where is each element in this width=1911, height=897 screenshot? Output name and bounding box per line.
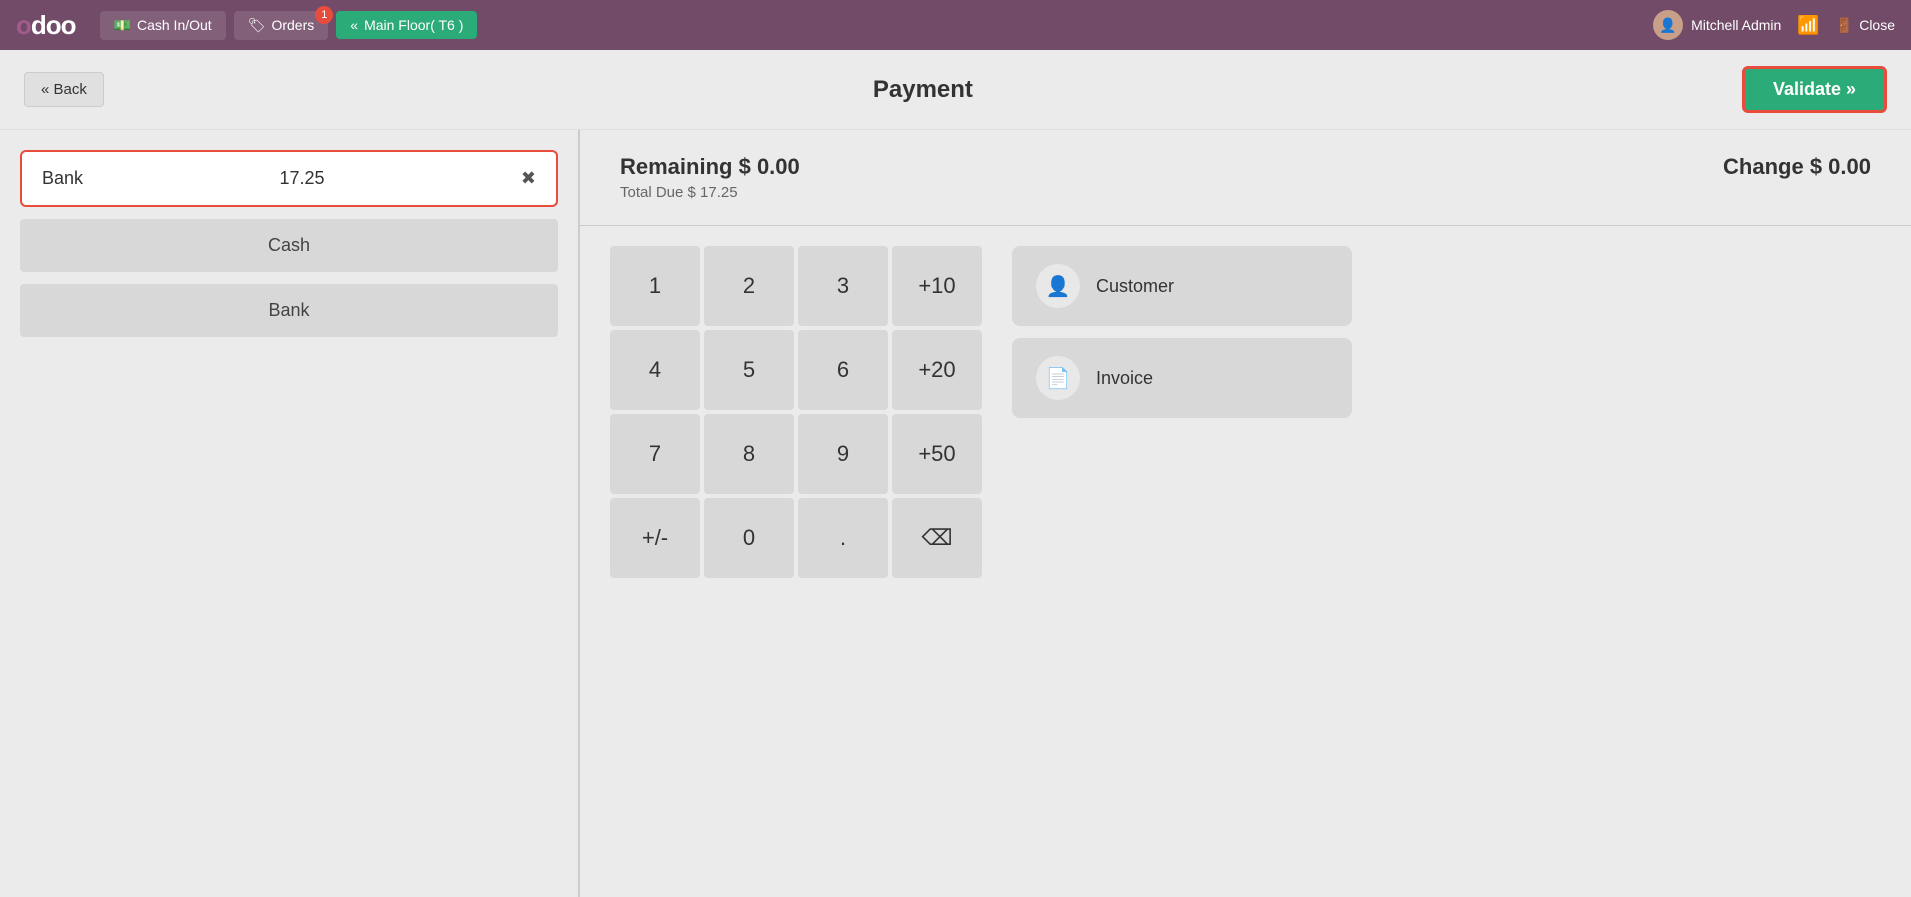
close-label: Close <box>1859 17 1895 33</box>
selected-method-amount: 17.25 <box>279 168 324 189</box>
numpad: 123+10 456+20 789+50 +/-0.⌫ <box>610 246 982 578</box>
numpad-key-9[interactable]: 9 <box>798 414 888 494</box>
numpad-key-2[interactable]: 2 <box>704 246 794 326</box>
close-icon: 🚪 <box>1836 17 1853 34</box>
numpad-key-plus20[interactable]: +20 <box>892 330 982 410</box>
customer-icon: 👤 <box>1036 264 1080 308</box>
invoice-icon: 📄 <box>1036 356 1080 400</box>
back-button[interactable]: « Back <box>24 72 104 107</box>
avatar: 👤 <box>1653 10 1683 40</box>
cash-icon: 💵 <box>114 17 131 34</box>
right-panel: Remaining $ 0.00 Total Due $ 17.25 Chang… <box>580 130 1911 897</box>
wifi-icon: 📶 <box>1797 15 1819 36</box>
numpad-key-8[interactable]: 8 <box>704 414 794 494</box>
customer-button[interactable]: 👤 Customer <box>1012 246 1352 326</box>
close-button[interactable]: 🚪 Close <box>1836 17 1895 34</box>
cash-inout-label: Cash In/Out <box>137 17 212 33</box>
floor-label: Main Floor( T6 ) <box>364 17 463 33</box>
selected-method-name: Bank <box>42 168 83 189</box>
floor-button[interactable]: « Main Floor( T6 ) <box>336 11 477 39</box>
numpad-key-4[interactable]: 4 <box>610 330 700 410</box>
left-panel: Bank 17.25 ✖ Cash Bank <box>0 130 580 897</box>
cash-option-label: Cash <box>268 235 310 255</box>
numpad-key-⌫[interactable]: ⌫ <box>892 498 982 578</box>
invoice-label: Invoice <box>1096 368 1153 389</box>
orders-icon: 🏷 <box>248 17 266 34</box>
numpad-key-plus50[interactable]: +50 <box>892 414 982 494</box>
remaining-label: Remaining $ 0.00 <box>620 154 800 180</box>
numpad-key-dot[interactable]: . <box>798 498 888 578</box>
remaining-block: Remaining $ 0.00 Total Due $ 17.25 <box>620 154 800 201</box>
numpad-key-1[interactable]: 1 <box>610 246 700 326</box>
numpad-key-3[interactable]: 3 <box>798 246 888 326</box>
user-name: Mitchell Admin <box>1691 17 1781 33</box>
selected-payment-method[interactable]: Bank 17.25 ✖ <box>20 150 558 207</box>
remove-payment-icon[interactable]: ✖ <box>521 168 536 189</box>
numpad-key-5[interactable]: 5 <box>704 330 794 410</box>
body-area: Bank 17.25 ✖ Cash Bank Remaining $ 0.00 <box>0 130 1911 897</box>
main-content: « Back Payment Validate » Bank 17.25 ✖ C… <box>0 50 1911 897</box>
bank-option-label: Bank <box>268 300 309 320</box>
numpad-key-7[interactable]: 7 <box>610 414 700 494</box>
change-block: Change $ 0.00 <box>1723 154 1871 180</box>
floor-icon: « <box>350 17 358 33</box>
odoo-logo: odoo <box>16 10 76 41</box>
user-area[interactable]: 👤 Mitchell Admin <box>1653 10 1781 40</box>
validate-button[interactable]: Validate » <box>1742 66 1887 113</box>
orders-button[interactable]: 🏷 Orders 1 <box>234 11 329 40</box>
invoice-button[interactable]: 📄 Invoice <box>1012 338 1352 418</box>
customer-label: Customer <box>1096 276 1174 297</box>
payment-option-cash[interactable]: Cash <box>20 219 558 272</box>
orders-badge: 1 <box>315 6 333 24</box>
payment-option-bank[interactable]: Bank <box>20 284 558 337</box>
numpad-key-plus10[interactable]: +10 <box>892 246 982 326</box>
nav-right: 👤 Mitchell Admin 📶 🚪 Close <box>1653 10 1895 40</box>
header-bar: « Back Payment Validate » <box>0 50 1911 130</box>
numpad-key-6[interactable]: 6 <box>798 330 888 410</box>
action-buttons: 👤 Customer 📄 Invoice <box>1012 246 1352 418</box>
summary-section: Remaining $ 0.00 Total Due $ 17.25 Chang… <box>580 130 1911 226</box>
lower-section: 123+10 456+20 789+50 +/-0.⌫ 👤 Customer 📄 In… <box>580 226 1911 897</box>
cash-inout-button[interactable]: 💵 Cash In/Out <box>100 11 226 40</box>
orders-label: Orders <box>271 17 314 33</box>
top-navigation: odoo 💵 Cash In/Out 🏷 Orders 1 « Main Flo… <box>0 0 1911 50</box>
page-title: Payment <box>104 76 1742 104</box>
numpad-key-plusslash-[interactable]: +/- <box>610 498 700 578</box>
numpad-key-0[interactable]: 0 <box>704 498 794 578</box>
total-due: Total Due $ 17.25 <box>620 184 800 201</box>
